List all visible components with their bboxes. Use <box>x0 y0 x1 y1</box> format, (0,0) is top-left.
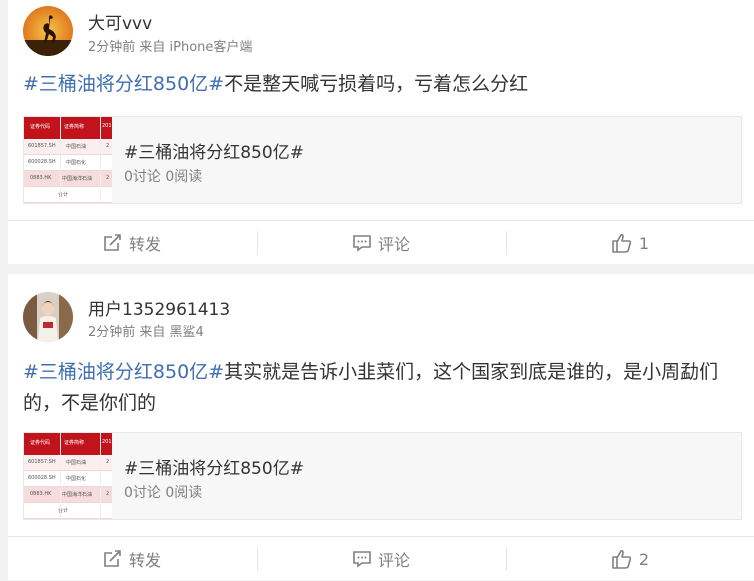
repost-button[interactable]: 转发 <box>8 221 256 265</box>
thumbs-up-icon <box>612 233 632 253</box>
username[interactable]: 用户1352961413 <box>88 295 230 320</box>
comment-button[interactable]: 评论 <box>257 221 505 265</box>
repost-icon <box>104 234 121 251</box>
like-count: 2 <box>638 549 650 569</box>
repost-icon <box>104 550 121 567</box>
repost-button[interactable]: 转发 <box>8 537 256 581</box>
like-button[interactable]: 2 <box>506 537 754 581</box>
like-button[interactable]: 1 <box>506 221 754 265</box>
thumbs-up-icon <box>612 549 632 569</box>
post-text: #三桶油将分红850亿#其实就是告诉小韭菜们，这个国家到底是谁的，是小周勐们的，… <box>23 357 739 419</box>
username[interactable]: 大可vvv <box>88 9 152 34</box>
comment-icon <box>353 551 371 568</box>
comment-icon <box>353 235 371 252</box>
post-meta: 2分钟前 来自 黑鲨4 <box>88 325 204 340</box>
post-text: #三桶油将分红850亿#不是整天喊亏损着吗，亏着怎么分红 <box>23 69 739 100</box>
post-card: 用户1352961413 2分钟前 来自 黑鲨4 #三桶油将分红850亿#其实就… <box>8 274 754 580</box>
avatar[interactable] <box>23 6 73 56</box>
topic-stats: 0讨论 0阅读 <box>124 485 203 501</box>
comment-button[interactable]: 评论 <box>257 537 505 581</box>
post-card: 大可vvv 2分钟前 来自 iPhone客户端 #三桶油将分红850亿#不是整天… <box>8 0 754 264</box>
topic-thumbnail: 证券代码 证券简称 201 601857.SH 中国石油 2 600028.SH 中国… <box>24 433 112 519</box>
topic-thumbnail: 证券代码 证券简称 201 601857.SH 中国石油 2 600028.SH 中国… <box>24 117 112 203</box>
action-bar: 转发 评论 1 <box>8 220 754 265</box>
post-body: 不是整天喊亏损着吗，亏着怎么分红 <box>224 73 529 95</box>
topic-title[interactable]: #三桶油将分红850亿# <box>124 454 304 479</box>
action-bar: 转发 评论 2 <box>8 536 754 581</box>
topic-stats: 0讨论 0阅读 <box>124 169 203 185</box>
avatar[interactable] <box>23 292 73 342</box>
hashtag-link[interactable]: #三桶油将分红850亿# <box>23 73 224 95</box>
like-count: 1 <box>638 233 650 253</box>
topic-card[interactable]: 证券代码 证券简称 201 601857.SH 中国石油 2 600028.SH 中国… <box>23 432 742 520</box>
topic-card[interactable]: 证券代码 证券简称 201 601857.SH 中国石油 2 600028.SH 中国… <box>23 116 742 204</box>
hashtag-link[interactable]: #三桶油将分红850亿# <box>23 361 224 383</box>
topic-title[interactable]: #三桶油将分红850亿# <box>124 138 304 163</box>
post-meta: 2分钟前 来自 iPhone客户端 <box>88 40 253 55</box>
